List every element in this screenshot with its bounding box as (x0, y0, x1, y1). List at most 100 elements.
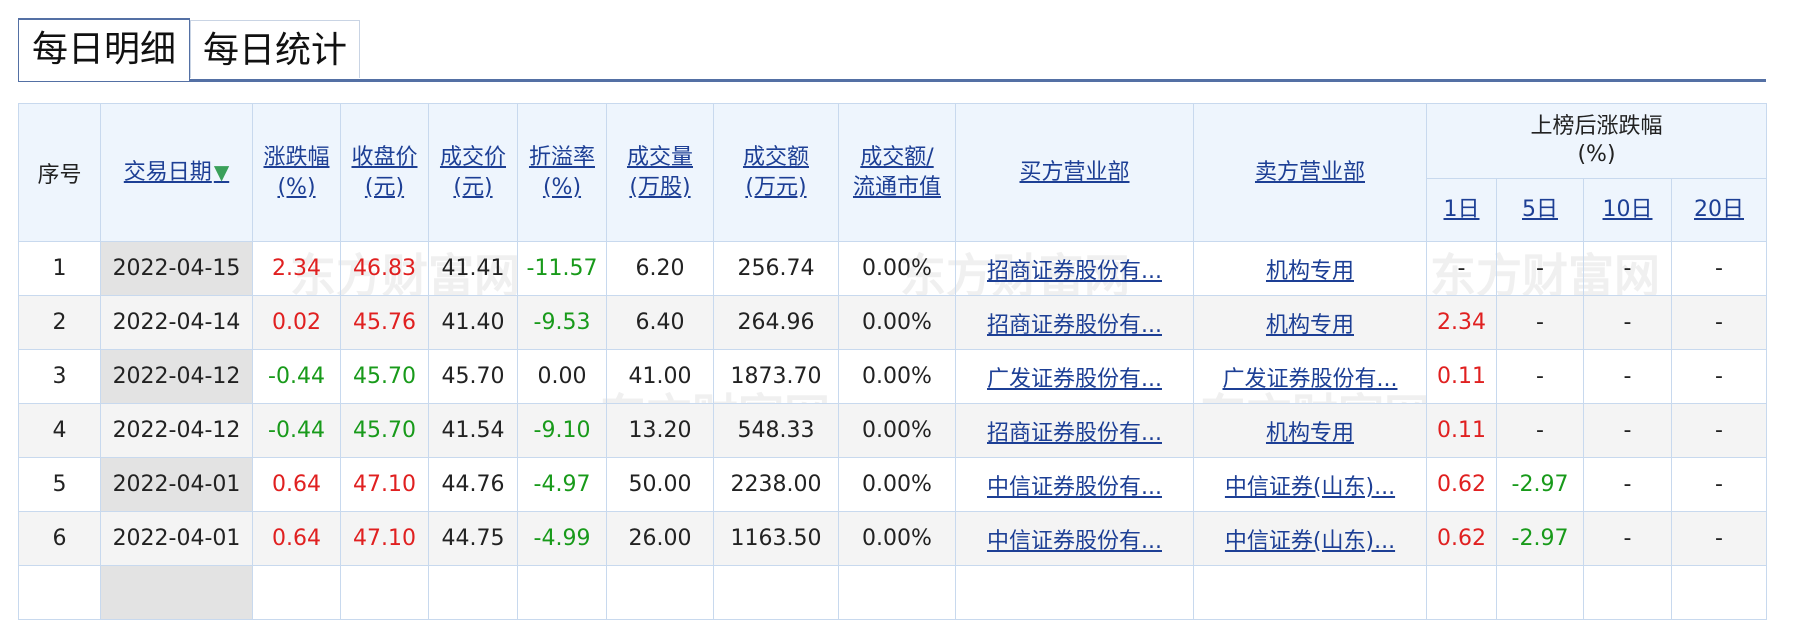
table-row: 1 2022-04-15 2.34 46.83 41.41 -11.57 6.2… (18, 241, 1768, 296)
cell-amount: 264.96 (713, 295, 839, 350)
cell-day20: - (1670, 241, 1768, 296)
buyer-link[interactable]: 招商证券股份有... (987, 313, 1162, 338)
header-trade-date[interactable]: 交易日期 ▼ (100, 103, 253, 242)
cell-day20: - (1670, 349, 1768, 404)
cell-ratio: 0.00% (838, 403, 956, 458)
cell-index: 5 (18, 457, 101, 512)
header-amount[interactable]: 成交额 (万元) (713, 103, 839, 242)
cell-close: 47.10 (340, 511, 429, 566)
cell-close: 47.10 (340, 457, 429, 512)
trade-detail-table: 序号 交易日期 ▼ 涨跌幅 (%) 收盘价 (元) 成交价 (元) 折溢率 (%) 成交量… (18, 103, 1768, 620)
cell-premium: -9.53 (517, 295, 607, 350)
table-row: 3 2022-04-12 -0.44 45.70 45.70 0.00 41.0… (18, 349, 1768, 404)
cell-seller: 中信证券(山东)... (1193, 511, 1427, 566)
cell-day1: - (1426, 241, 1497, 296)
header-day5[interactable]: 5日 (1496, 178, 1584, 242)
cell-day5: - (1496, 295, 1584, 350)
header-close-price[interactable]: 收盘价 (元) (340, 103, 429, 242)
buyer-link[interactable]: 中信证券股份有... (987, 475, 1162, 500)
tab-daily-detail[interactable]: 每日明细 (18, 18, 190, 81)
cell-amount: 256.74 (713, 241, 839, 296)
cell-seller: 广发证券股份有... (1193, 349, 1427, 404)
cell-index: 1 (18, 241, 101, 296)
cell-buyer: 招商证券股份有... (955, 241, 1194, 296)
cell-day10: - (1583, 241, 1672, 296)
table-row: 6 2022-04-01 0.64 47.10 44.75 -4.99 26.0… (18, 511, 1768, 566)
cell-day1: 0.62 (1426, 511, 1497, 566)
header-buyer[interactable]: 买方营业部 (955, 103, 1194, 242)
seller-link[interactable]: 机构专用 (1266, 313, 1354, 338)
header-volume[interactable]: 成交量 (万股) (606, 103, 714, 242)
buyer-link[interactable]: 招商证券股份有... (987, 259, 1162, 284)
header-deal-price[interactable]: 成交价 (元) (428, 103, 518, 242)
cell-seller: 机构专用 (1193, 295, 1427, 350)
cell-change-pct: 0.64 (252, 511, 341, 566)
cell-ratio: 0.00% (838, 241, 956, 296)
cell-premium: -4.99 (517, 511, 607, 566)
cell-day5: -2.97 (1496, 457, 1584, 512)
cell-day20: - (1670, 457, 1768, 512)
cell-index: 4 (18, 403, 101, 458)
cell-deal-price: 44.76 (428, 457, 518, 512)
cell-day20: - (1670, 511, 1768, 566)
table-row: 5 2022-04-01 0.64 47.10 44.76 -4.97 50.0… (18, 457, 1768, 512)
seller-link[interactable]: 广发证券股份有... (1223, 367, 1398, 392)
cell-volume: 6.40 (606, 295, 714, 350)
cell-close: 45.76 (340, 295, 429, 350)
buyer-link[interactable]: 中信证券股份有... (987, 529, 1162, 554)
cell-change-pct: 2.34 (252, 241, 341, 296)
header-change-pct[interactable]: 涨跌幅 (%) (252, 103, 341, 242)
cell-day5: - (1496, 403, 1584, 458)
cell-volume: 41.00 (606, 349, 714, 404)
cell-volume: 50.00 (606, 457, 714, 512)
header-day1[interactable]: 1日 (1426, 178, 1497, 242)
cell-day5: - (1496, 349, 1584, 404)
cell-change-pct: -0.44 (252, 403, 341, 458)
cell-change-pct: 0.64 (252, 457, 341, 512)
table-row: 4 2022-04-12 -0.44 45.70 41.54 -9.10 13.… (18, 403, 1768, 458)
seller-link[interactable]: 中信证券(山东)... (1225, 529, 1395, 554)
sort-down-arrow-icon[interactable]: ▼ (214, 160, 229, 184)
cell-day1: 0.11 (1426, 403, 1497, 458)
cell-date: 2022-04-14 (100, 295, 253, 350)
cell-buyer: 广发证券股份有... (955, 349, 1194, 404)
cell-day20: - (1670, 295, 1768, 350)
cell-deal-price: 45.70 (428, 349, 518, 404)
header-day10[interactable]: 10日 (1583, 178, 1672, 242)
cell-premium: -9.10 (517, 403, 607, 458)
tab-daily-statistics[interactable]: 每日统计 (190, 20, 360, 78)
cell-close: 46.83 (340, 241, 429, 296)
seller-link[interactable]: 中信证券(山东)... (1225, 475, 1395, 500)
cell-premium: -4.97 (517, 457, 607, 512)
cell-deal-price: 44.75 (428, 511, 518, 566)
buyer-link[interactable]: 招商证券股份有... (987, 421, 1162, 446)
cell-deal-price: 41.54 (428, 403, 518, 458)
cell-day1: 0.62 (1426, 457, 1497, 512)
cell-change-pct: 0.02 (252, 295, 341, 350)
cell-amount: 1873.70 (713, 349, 839, 404)
header-day20[interactable]: 20日 (1670, 178, 1768, 242)
cell-ratio: 0.00% (838, 349, 956, 404)
cell-deal-price: 41.40 (428, 295, 518, 350)
cell-volume: 6.20 (606, 241, 714, 296)
header-index: 序号 (18, 103, 101, 242)
cell-buyer: 招商证券股份有... (955, 295, 1194, 350)
cell-seller: 中信证券(山东)... (1193, 457, 1427, 512)
seller-link[interactable]: 机构专用 (1266, 421, 1354, 446)
cell-day10: - (1583, 457, 1672, 512)
buyer-link[interactable]: 广发证券股份有... (987, 367, 1162, 392)
tab-underline (18, 79, 1766, 82)
cell-close: 45.70 (340, 349, 429, 404)
seller-link[interactable]: 机构专用 (1266, 259, 1354, 284)
cell-day5: -2.97 (1496, 511, 1584, 566)
header-premium-rate[interactable]: 折溢率 (%) (517, 103, 607, 242)
cell-day20: - (1670, 403, 1768, 458)
cell-deal-price: 41.41 (428, 241, 518, 296)
header-seller[interactable]: 卖方营业部 (1193, 103, 1427, 242)
cell-date: 2022-04-12 (100, 349, 253, 404)
cell-index: 3 (18, 349, 101, 404)
cell-buyer: 中信证券股份有... (955, 511, 1194, 566)
header-amount-ratio[interactable]: 成交额/流通市值 (838, 103, 956, 242)
cell-amount: 548.33 (713, 403, 839, 458)
cell-index: 6 (18, 511, 101, 566)
